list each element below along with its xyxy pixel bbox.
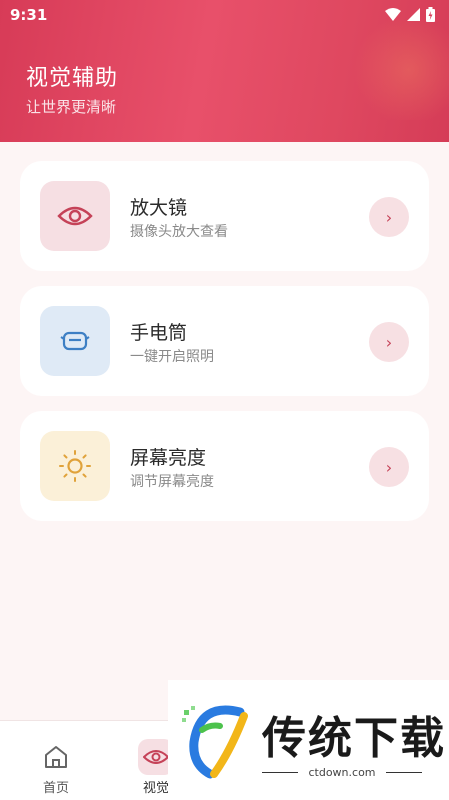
battery-icon — [426, 7, 435, 22]
feature-desc: 摄像头放大查看 — [130, 224, 228, 240]
feature-desc: 调节屏幕亮度 — [130, 474, 214, 490]
home-icon — [38, 739, 74, 775]
feature-title: 手电筒 — [130, 322, 188, 344]
flashlight-icon-box — [40, 306, 110, 376]
eye-icon — [57, 206, 93, 226]
feature-title: 放大镜 — [130, 197, 188, 219]
page-title: 视觉辅助 — [26, 66, 119, 91]
feature-card-magnifier[interactable]: 放大镜 摄像头放大查看 › — [20, 161, 429, 271]
wifi-icon — [385, 8, 401, 21]
watermark-divider — [386, 772, 422, 773]
header: 9:31 视觉辅助 让世界更清晰 — [0, 0, 449, 142]
brightness-icon-box — [40, 431, 110, 501]
status-icons — [385, 7, 435, 22]
watermark-text: 传统下载 — [262, 713, 446, 764]
flashlight-icon — [60, 331, 90, 351]
header-glow — [349, 20, 449, 120]
chevron-right-icon[interactable]: › — [369, 447, 409, 487]
watermark: 传统下载 ctdown.com — [168, 680, 449, 800]
feature-desc: 一键开启照明 — [130, 349, 214, 365]
status-time: 9:31 — [10, 6, 48, 24]
feature-card-flashlight[interactable]: 手电筒 一键开启照明 › — [20, 286, 429, 396]
signal-icon — [407, 8, 420, 21]
watermark-logo-icon — [182, 705, 248, 779]
nav-item-home[interactable]: 首页 — [16, 721, 96, 800]
nav-label-home: 首页 — [42, 781, 69, 796]
chevron-right-icon[interactable]: › — [369, 197, 409, 237]
feature-title: 屏幕亮度 — [130, 447, 207, 469]
sun-icon — [59, 450, 91, 482]
status-bar: 9:31 — [0, 0, 449, 30]
page-subtitle: 让世界更清晰 — [26, 98, 117, 116]
chevron-right-icon[interactable]: › — [369, 322, 409, 362]
feature-card-brightness[interactable]: 屏幕亮度 调节屏幕亮度 › — [20, 411, 429, 521]
magnifier-icon-box — [40, 181, 110, 251]
